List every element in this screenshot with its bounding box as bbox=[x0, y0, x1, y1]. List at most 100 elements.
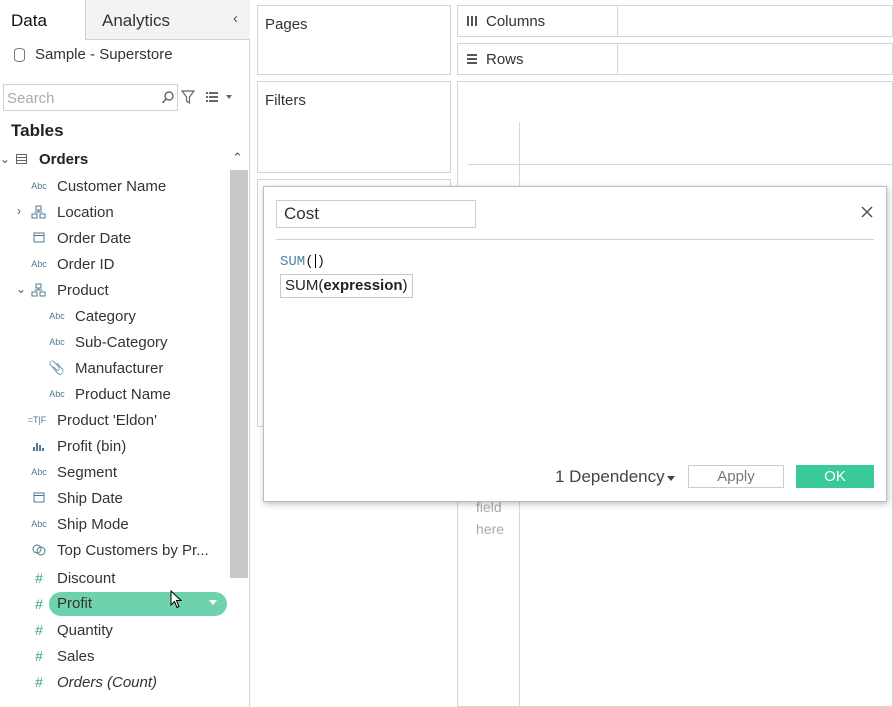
field-order-id[interactable]: Abc Order ID bbox=[0, 252, 230, 278]
field-label: Sub-Category bbox=[75, 334, 168, 351]
abc-icon: Abc bbox=[31, 467, 47, 477]
calendar-icon bbox=[33, 492, 45, 503]
abc-icon: Abc bbox=[49, 389, 65, 399]
formula-close-paren: ) bbox=[316, 254, 326, 270]
list-view-icon[interactable] bbox=[206, 91, 232, 103]
dropdown-caret-icon[interactable] bbox=[667, 476, 675, 481]
set-icon bbox=[32, 544, 46, 556]
search-box bbox=[3, 84, 178, 111]
field-order-date[interactable]: Order Date bbox=[0, 226, 230, 252]
pages-shelf-label: Pages bbox=[265, 16, 308, 33]
field-location[interactable]: › Location bbox=[0, 200, 230, 226]
field-sub-category[interactable]: Abc Sub-Category bbox=[0, 330, 230, 356]
formula-editor[interactable]: SUM() bbox=[280, 254, 325, 270]
field-label: Customer Name bbox=[57, 178, 167, 195]
tab-data-label: Data bbox=[11, 11, 47, 30]
chevron-right-icon[interactable]: › bbox=[17, 204, 21, 218]
number-icon: # bbox=[35, 674, 43, 690]
paperclip-icon: 📎 bbox=[48, 360, 66, 375]
number-icon: # bbox=[35, 648, 43, 664]
tab-analytics[interactable]: Analytics bbox=[86, 0, 250, 40]
field-orders-count[interactable]: # Orders (Count) bbox=[0, 670, 230, 696]
chevron-up-icon[interactable]: ⌃ bbox=[232, 150, 243, 166]
field-manufacturer[interactable]: 📎 Manufacturer bbox=[0, 356, 230, 382]
field-product-eldon[interactable]: =T|F Product 'Eldon' bbox=[0, 408, 230, 434]
field-product[interactable]: ⌄ Product bbox=[0, 278, 230, 304]
drop-field-hint: here bbox=[476, 521, 505, 537]
abc-icon: Abc bbox=[31, 519, 47, 529]
filter-icon[interactable] bbox=[181, 90, 195, 104]
field-product-name[interactable]: Abc Product Name bbox=[0, 382, 230, 408]
data-pane: Data Analytics ‹ Sample - Superstore Tab… bbox=[0, 0, 250, 707]
apply-button[interactable]: Apply bbox=[688, 465, 784, 488]
calculation-editor-dialog: SUM() SUM(expression) 1 Dependency Apply… bbox=[263, 186, 887, 502]
pages-shelf[interactable]: Pages bbox=[257, 5, 451, 75]
function-signature-tooltip: SUM(expression) bbox=[280, 274, 413, 298]
search-row bbox=[0, 84, 250, 112]
chevron-left-icon[interactable]: ‹ bbox=[233, 10, 238, 27]
field-sales[interactable]: # Sales bbox=[0, 644, 230, 670]
field-label: Quantity bbox=[57, 622, 113, 639]
field-quantity[interactable]: # Quantity bbox=[0, 618, 230, 644]
filters-shelf-label: Filters bbox=[265, 92, 306, 109]
rows-icon bbox=[467, 54, 477, 64]
close-icon[interactable] bbox=[860, 205, 874, 219]
field-label: Category bbox=[75, 308, 136, 325]
calc-name-box bbox=[276, 200, 476, 228]
data-source-name: Sample - Superstore bbox=[35, 46, 173, 63]
field-label: Segment bbox=[57, 464, 118, 481]
abc-icon: Abc bbox=[49, 311, 65, 321]
table-orders[interactable]: ⌄ Orders ⌃ bbox=[0, 148, 250, 172]
field-label: Orders (Count) bbox=[57, 674, 158, 691]
field-category[interactable]: Abc Category bbox=[0, 304, 230, 330]
number-icon: # bbox=[35, 622, 43, 638]
abc-icon: Abc bbox=[31, 259, 47, 269]
chevron-down-icon[interactable]: ⌄ bbox=[16, 282, 26, 296]
field-discount[interactable]: # Discount bbox=[0, 566, 230, 592]
rows-shelf[interactable]: Rows bbox=[457, 43, 893, 75]
tooltip-arg: expression bbox=[323, 277, 403, 294]
number-icon: # bbox=[35, 570, 43, 586]
field-label: Profit bbox=[57, 595, 93, 612]
field-label: Ship Date bbox=[57, 490, 123, 507]
search-input[interactable] bbox=[7, 88, 157, 108]
tooltip-func: SUM( bbox=[285, 277, 324, 294]
tooltip-close: ) bbox=[402, 277, 408, 294]
field-label: Sales bbox=[57, 648, 95, 665]
field-label: Discount bbox=[57, 570, 116, 587]
dependency-dropdown[interactable]: 1 Dependency bbox=[555, 467, 665, 487]
field-label: Manufacturer bbox=[75, 360, 164, 377]
table-icon bbox=[16, 154, 27, 164]
field-label: Order ID bbox=[57, 256, 115, 273]
search-icon[interactable] bbox=[161, 90, 175, 106]
columns-shelf-label: Columns bbox=[486, 13, 546, 30]
field-segment[interactable]: Abc Segment bbox=[0, 460, 230, 486]
chevron-down-icon[interactable]: ⌄ bbox=[0, 152, 10, 166]
columns-icon bbox=[467, 16, 477, 26]
profit-pill-selected[interactable]: Profit bbox=[49, 592, 227, 616]
field-label: Product Name bbox=[75, 386, 171, 403]
tab-data[interactable]: Data bbox=[0, 0, 86, 40]
ok-button[interactable]: OK bbox=[796, 465, 874, 488]
filters-shelf[interactable]: Filters bbox=[257, 81, 451, 173]
field-top-customers[interactable]: Top Customers by Pr... bbox=[0, 538, 230, 564]
abc-icon: Abc bbox=[31, 181, 47, 191]
field-profit-bin[interactable]: Profit (bin) bbox=[0, 434, 230, 460]
columns-shelf[interactable]: Columns bbox=[457, 5, 893, 37]
data-source-row[interactable]: Sample - Superstore bbox=[0, 42, 250, 72]
pane-tabs: Data Analytics ‹ bbox=[0, 0, 250, 40]
field-label: Order Date bbox=[57, 230, 132, 247]
field-label: Top Customers by Pr... bbox=[57, 542, 209, 559]
hierarchy-icon bbox=[31, 205, 46, 219]
calc-name-input[interactable] bbox=[284, 204, 464, 224]
viz-gridline-horizontal bbox=[468, 164, 893, 165]
field-ship-mode[interactable]: Abc Ship Mode bbox=[0, 512, 230, 538]
histogram-icon bbox=[33, 443, 44, 451]
field-ship-date[interactable]: Ship Date bbox=[0, 486, 230, 512]
number-icon: # bbox=[35, 596, 43, 612]
field-label: Product 'Eldon' bbox=[57, 412, 157, 429]
calendar-icon bbox=[33, 232, 45, 243]
field-customer-name[interactable]: Abc Customer Name bbox=[0, 174, 230, 200]
field-list-scrollbar[interactable] bbox=[230, 170, 248, 578]
dropdown-caret-icon[interactable] bbox=[209, 600, 217, 605]
